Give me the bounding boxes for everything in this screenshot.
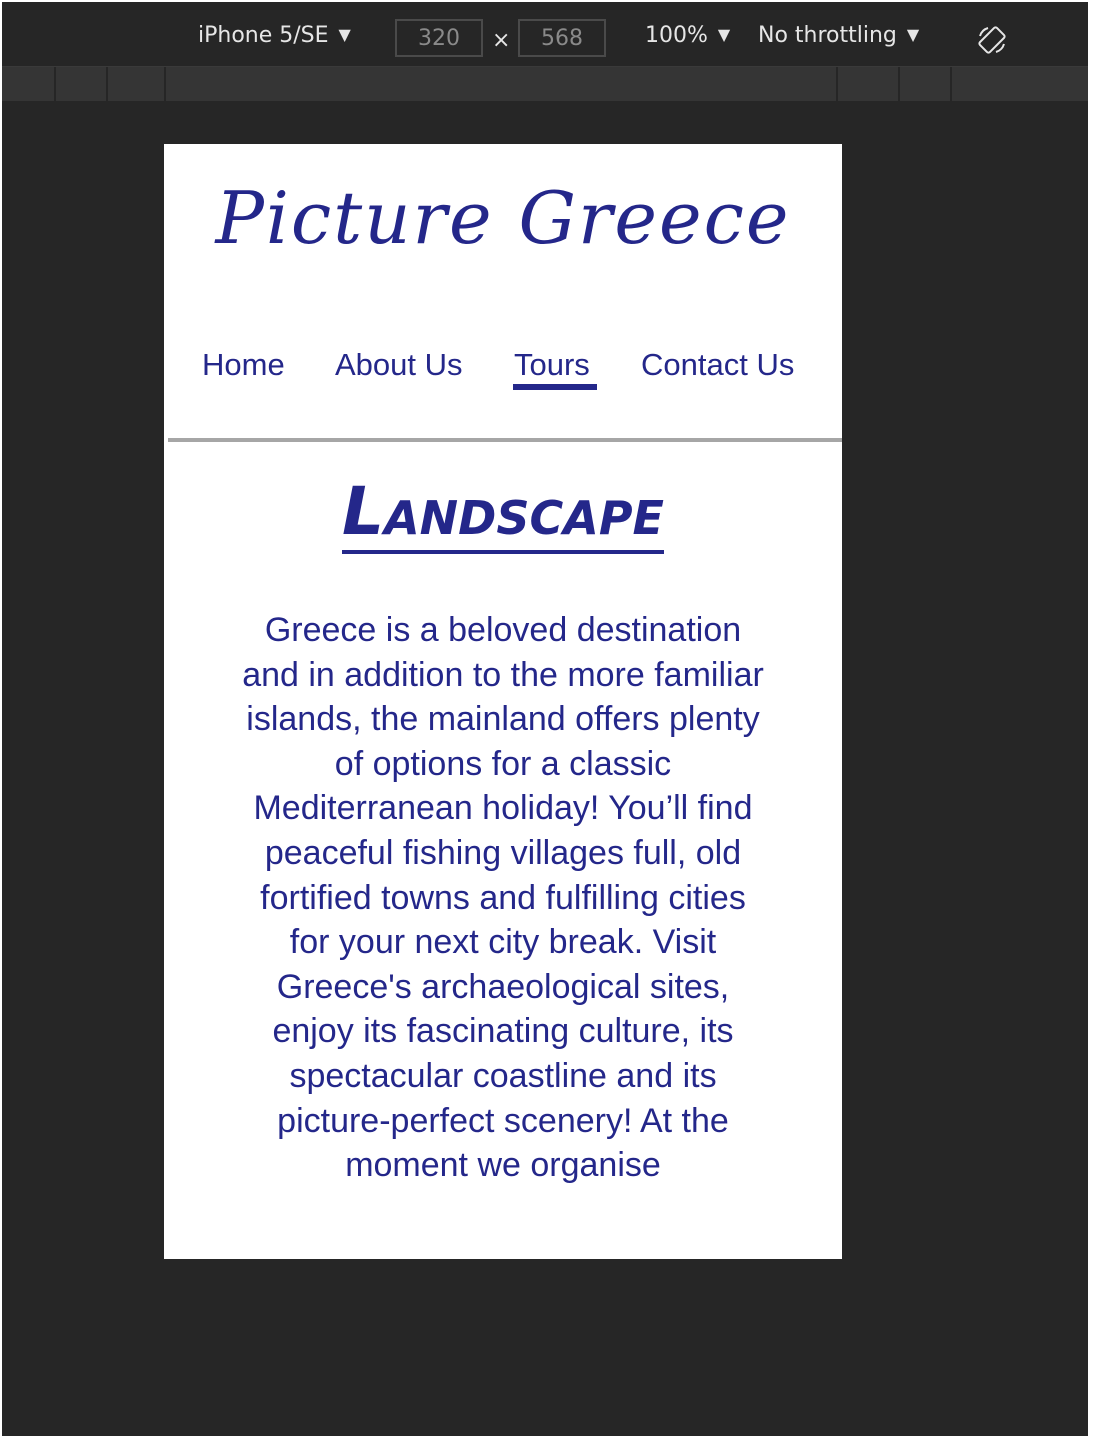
ruler-segment[interactable] bbox=[108, 67, 166, 101]
nav-active-indicator bbox=[513, 384, 597, 390]
ruler-segment[interactable] bbox=[56, 67, 108, 101]
throttling-select-label: No throttling bbox=[758, 23, 897, 48]
dimension-separator: × bbox=[492, 28, 511, 53]
device-toolbar: iPhone 5/SE ▼ × 100% ▼ No throttling ▼ bbox=[2, 2, 1088, 67]
nav-about-link[interactable]: About Us bbox=[335, 340, 463, 390]
page-title: Landscape bbox=[164, 472, 842, 554]
ruler-segment[interactable] bbox=[952, 67, 1088, 101]
chevron-down-icon: ▼ bbox=[906, 25, 920, 44]
header-divider bbox=[168, 438, 842, 442]
intro-paragraph: Greece is a beloved destination and in a… bbox=[242, 611, 764, 1185]
zoom-select-label: 100% bbox=[645, 23, 708, 48]
nav-contact-link[interactable]: Contact Us bbox=[641, 340, 794, 390]
media-query-ruler bbox=[2, 67, 1088, 101]
main-nav: Home About Us Tours Contact Us bbox=[164, 340, 842, 400]
chevron-down-icon: ▼ bbox=[338, 25, 351, 44]
ruler-segment[interactable] bbox=[166, 67, 838, 101]
height-input[interactable] bbox=[518, 19, 606, 57]
ruler-segment[interactable] bbox=[838, 67, 900, 101]
rotate-icon[interactable] bbox=[976, 24, 1008, 56]
site-logo[interactable]: Picture Greece bbox=[164, 168, 842, 268]
chevron-down-icon: ▼ bbox=[717, 25, 731, 44]
zoom-select[interactable]: 100% ▼ bbox=[645, 18, 730, 52]
device-select[interactable]: iPhone 5/SE ▼ bbox=[198, 18, 351, 52]
width-input[interactable] bbox=[395, 19, 483, 57]
throttling-select[interactable]: No throttling ▼ bbox=[758, 18, 919, 52]
ruler-segment[interactable] bbox=[900, 67, 952, 101]
page-title-text: Landscape bbox=[342, 473, 664, 554]
nav-tours-link[interactable]: Tours bbox=[514, 340, 590, 390]
ruler-segment[interactable] bbox=[2, 67, 56, 101]
device-viewport: Picture Greece Home About Us Tours Conta… bbox=[164, 144, 842, 1259]
devtools-device-emulator: iPhone 5/SE ▼ × 100% ▼ No throttling ▼ Pict… bbox=[2, 2, 1088, 1436]
device-select-label: iPhone 5/SE bbox=[198, 23, 329, 48]
nav-home-link[interactable]: Home bbox=[202, 340, 285, 390]
